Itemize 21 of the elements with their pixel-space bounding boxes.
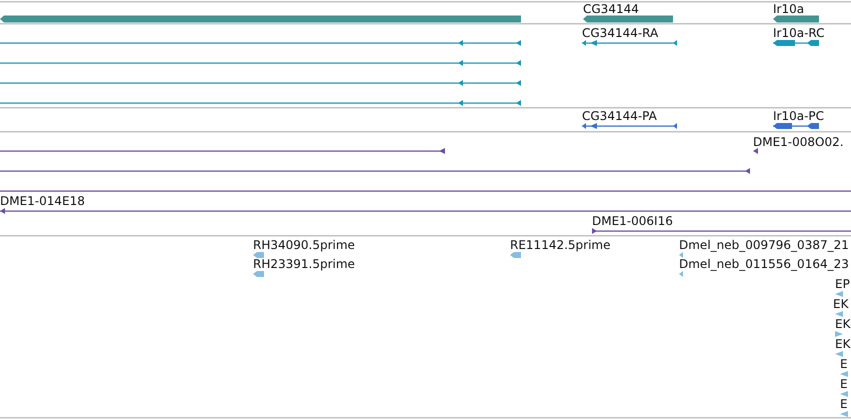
feature-label: DME1-008O02.	[753, 135, 844, 149]
feature-label: E	[840, 377, 848, 391]
feature-label: DME1-006I16	[592, 214, 673, 228]
feature-label: RH23391.5prime	[253, 257, 355, 271]
feature-label: Dmel_neb_009796_0387_21	[679, 238, 849, 252]
feature-label: DME1-014E18	[0, 194, 85, 208]
feature-label: Ir10a-RC	[773, 26, 825, 40]
feature-label: RH34090.5prime	[253, 238, 355, 252]
feature-label: CG34144-RA	[582, 26, 658, 40]
feature-label: E	[840, 397, 848, 411]
feature-label: EK	[835, 337, 850, 351]
feature-label: EK	[835, 317, 850, 331]
feature-label: Ir10a-PC	[773, 109, 824, 123]
feature-label: RE11142.5prime	[510, 238, 610, 252]
feature-label: EP	[835, 277, 850, 291]
feature-label: E	[840, 357, 848, 371]
feature-label: Ir10a	[773, 2, 804, 16]
feature-label: CG34144	[583, 2, 639, 16]
feature-label: CG34144-PA	[582, 109, 657, 123]
feature-label: Dmel_neb_011556_0164_23	[679, 257, 849, 271]
feature-label: EK	[833, 297, 848, 311]
